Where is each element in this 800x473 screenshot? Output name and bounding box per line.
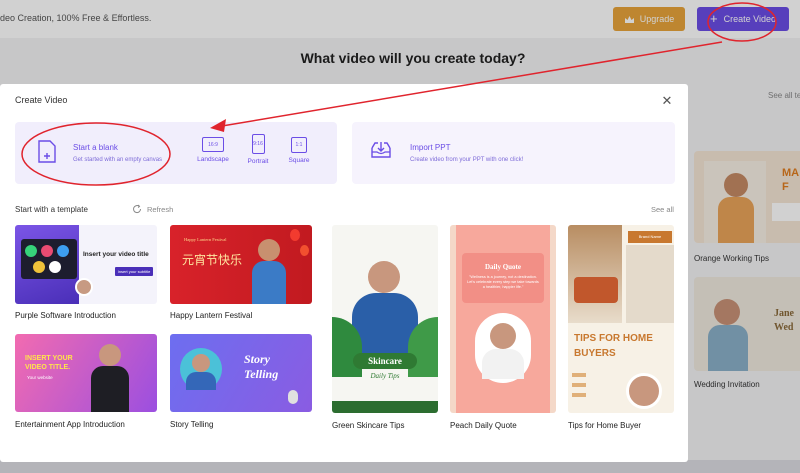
ratio-label: Square bbox=[288, 157, 310, 164]
ratio-label: Portrait bbox=[247, 158, 269, 165]
import-icon bbox=[371, 142, 391, 158]
thumb-title: Story Telling bbox=[244, 352, 279, 381]
start-blank-panel[interactable]: Start a blank Get started with an empty … bbox=[15, 122, 337, 184]
import-ppt-subtitle: Create video from your PPT with one clic… bbox=[410, 157, 524, 163]
template-label: Green Skincare Tips bbox=[332, 421, 405, 430]
template-label: Purple Software Introduction bbox=[15, 311, 116, 320]
ratio-label: Landscape bbox=[197, 156, 229, 163]
thumb-subtitle: "Wellness is a journey, not a destinatio… bbox=[467, 275, 539, 289]
thumb-title: Skincare bbox=[353, 353, 417, 369]
template-label: Story Telling bbox=[170, 420, 214, 429]
start-blank-title: Start a blank bbox=[73, 143, 118, 152]
ratio-option-square[interactable]: 1:1 Square bbox=[285, 137, 313, 164]
template-label: Peach Daily Quote bbox=[450, 421, 517, 430]
thumb-title: INSERT YOUR VIDEO TITLE. bbox=[25, 355, 73, 371]
template-label: Entertainment App Introduction bbox=[15, 420, 125, 429]
template-card-home-buyer[interactable]: Brand Name TIPS FOR HOME BUYERS bbox=[568, 225, 674, 413]
thumb-title: TIPS FOR HOME BUYERS bbox=[574, 333, 653, 359]
blank-page-icon bbox=[38, 140, 56, 163]
portrait-icon: 9:16 bbox=[251, 134, 265, 154]
thumb-subtitle: Your website bbox=[27, 375, 53, 380]
import-ppt-title: Import PPT bbox=[410, 143, 451, 152]
thumb-subtitle: Insert your subtitle bbox=[115, 267, 153, 276]
thumb-title: 元宵节快乐 bbox=[182, 253, 243, 267]
template-card-green-skincare[interactable]: Skincare Daily Tips bbox=[332, 225, 438, 413]
template-card-lantern-festival[interactable]: Happy Lantern Festival 元宵节快乐 bbox=[170, 225, 312, 304]
template-card-purple-software[interactable]: Insert your video title Insert your subt… bbox=[15, 225, 157, 304]
create-video-dialog: Create Video ✕ Start a blank Get started… bbox=[0, 84, 688, 462]
import-ppt-panel[interactable]: Import PPT Create video from your PPT wi… bbox=[352, 122, 675, 184]
template-label: Tips for Home Buyer bbox=[568, 421, 642, 430]
thumb-subtitle: Happy Lantern Festival bbox=[184, 237, 227, 242]
ratio-option-landscape[interactable]: 16:9 Landscape bbox=[195, 137, 231, 163]
refresh-icon bbox=[133, 204, 142, 214]
thumb-subtitle: Daily Tips bbox=[370, 372, 400, 380]
template-card-story-telling[interactable]: Story Telling bbox=[170, 334, 312, 412]
template-label: Happy Lantern Festival bbox=[170, 311, 253, 320]
square-icon: 1:1 bbox=[291, 137, 307, 153]
close-icon[interactable]: ✕ bbox=[660, 94, 674, 108]
template-section-heading: Start with a template bbox=[15, 205, 88, 214]
thumb-title: Daily Quote bbox=[485, 263, 521, 271]
landscape-icon: 16:9 bbox=[202, 137, 224, 152]
thumb-subtitle: Brand Name bbox=[628, 231, 672, 243]
refresh-button[interactable]: Refresh bbox=[132, 204, 173, 214]
template-card-entertainment-app[interactable]: INSERT YOUR VIDEO TITLE. Your website bbox=[15, 334, 157, 412]
see-all-link[interactable]: See all bbox=[651, 205, 674, 214]
refresh-label: Refresh bbox=[147, 204, 174, 214]
start-blank-subtitle: Get started with an empty canvas bbox=[73, 157, 163, 163]
dialog-title: Create Video bbox=[15, 95, 68, 105]
ratio-option-portrait[interactable]: 9:16 Portrait bbox=[244, 134, 272, 165]
thumb-title: Insert your video title bbox=[83, 251, 149, 258]
template-card-peach-quote[interactable]: Daily Quote "Wellness is a journey, not … bbox=[450, 225, 556, 413]
